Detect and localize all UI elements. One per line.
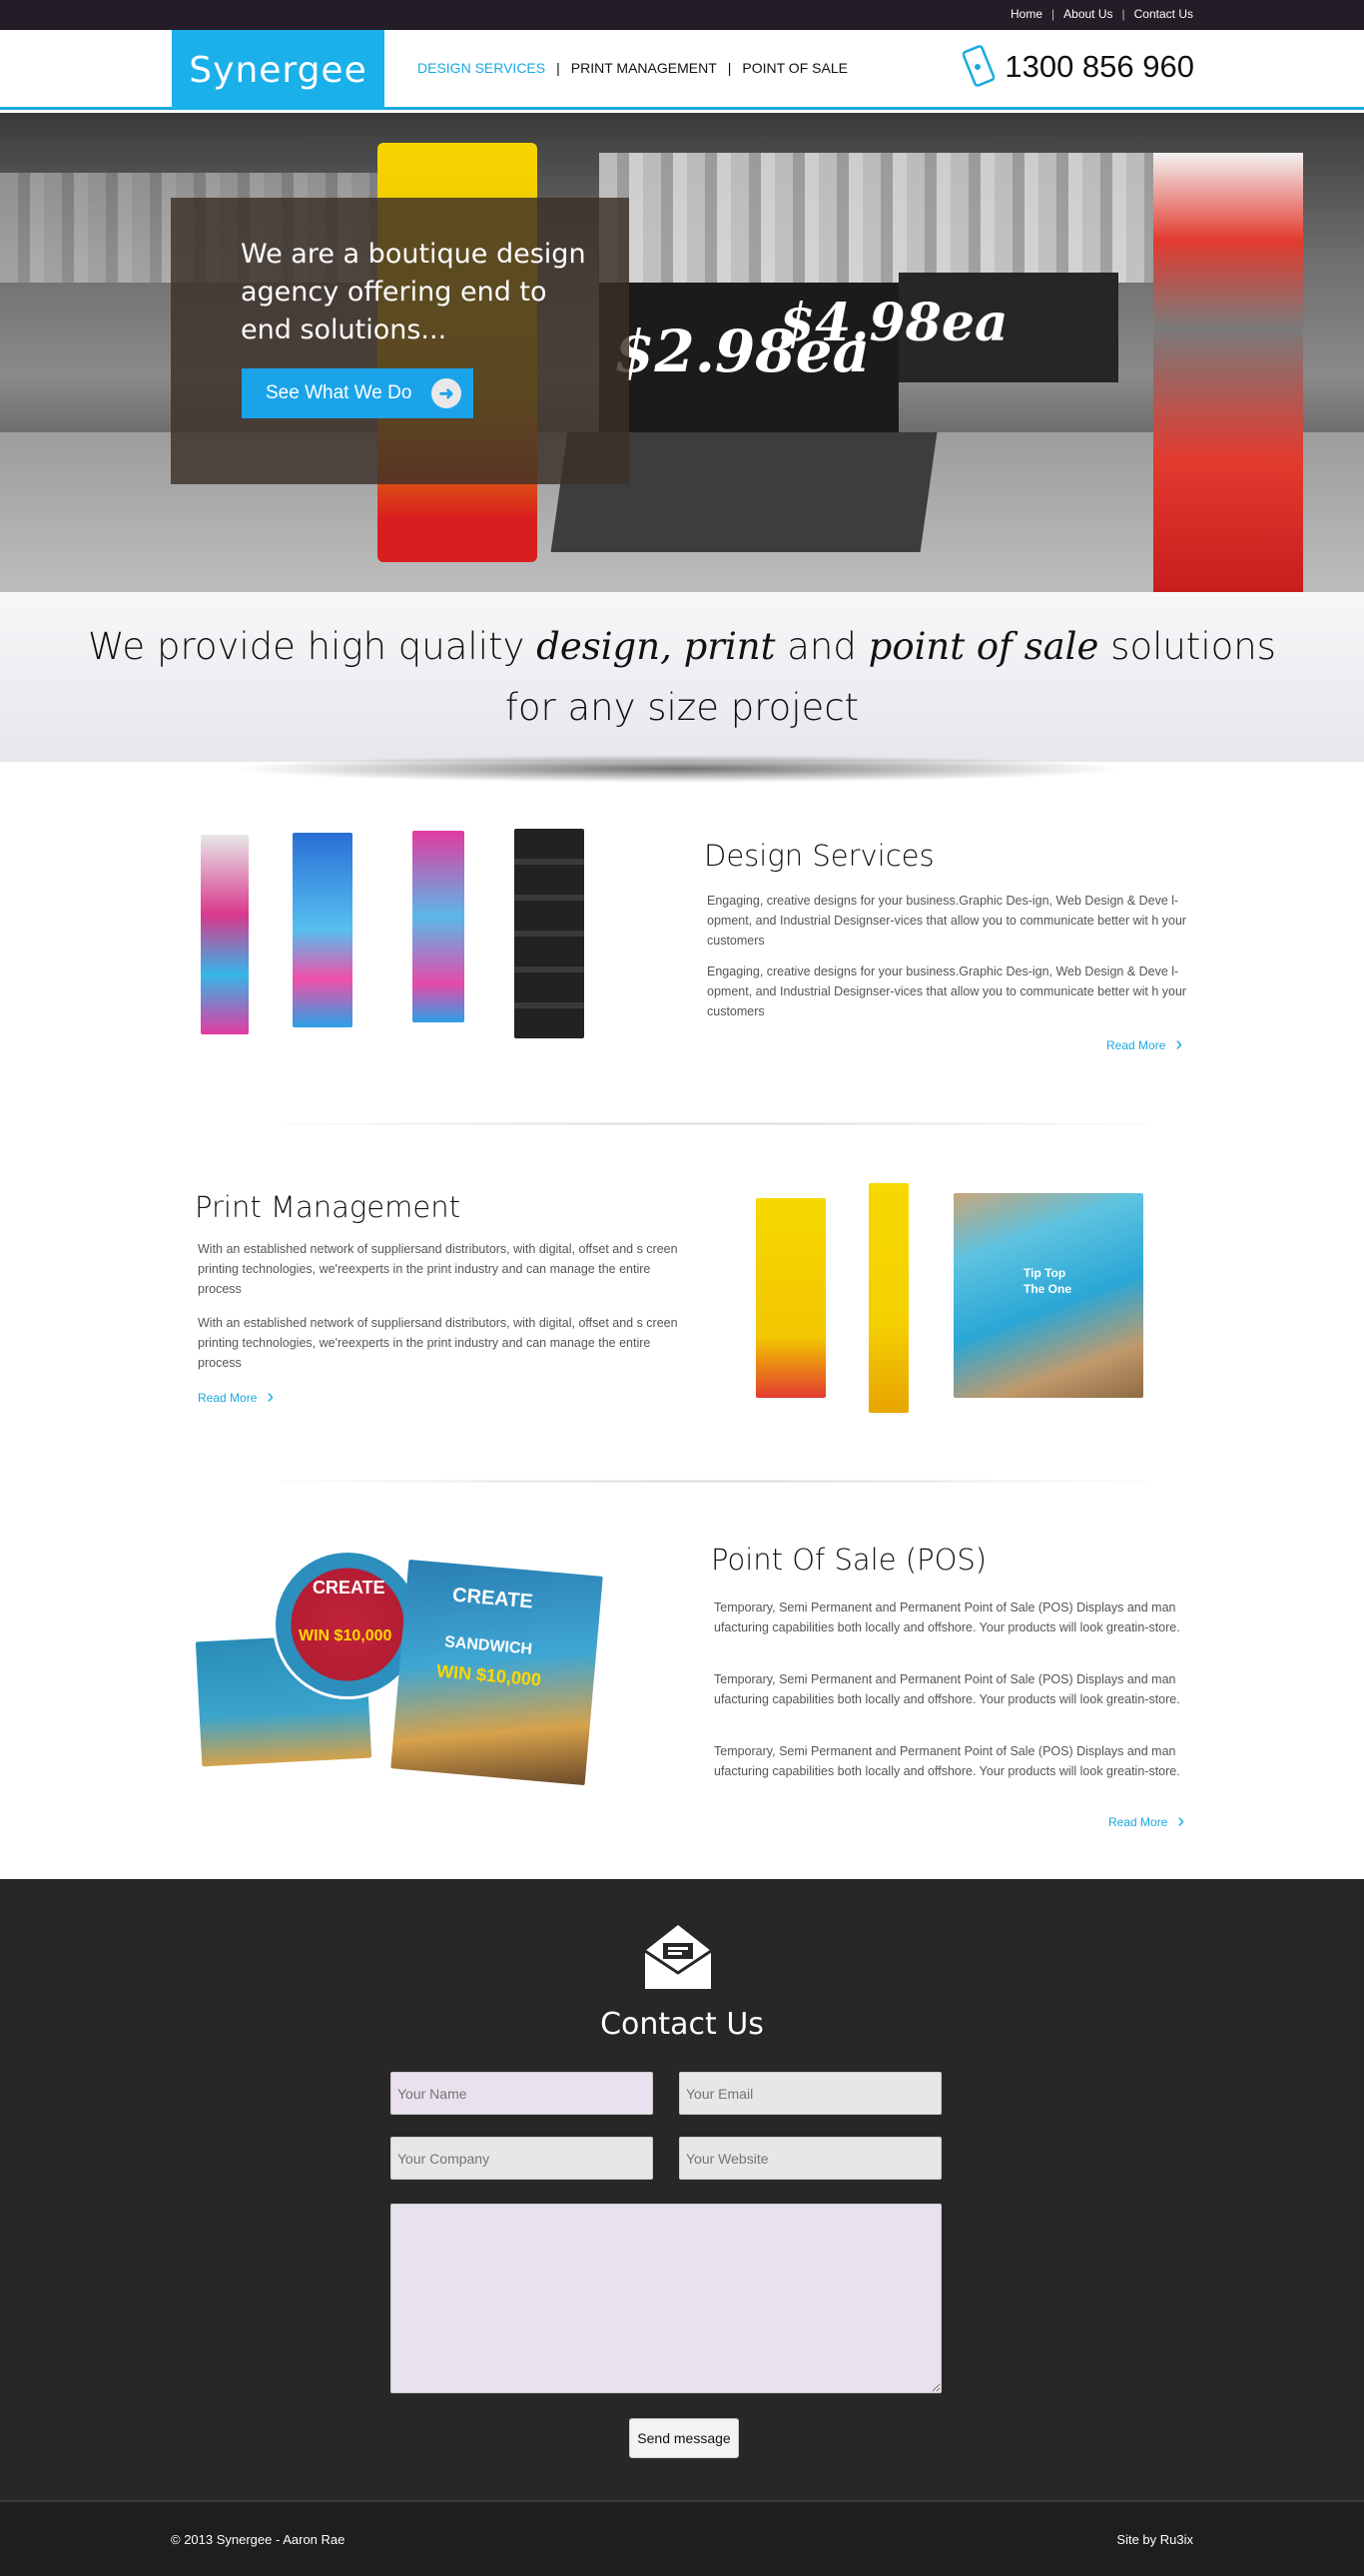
logo[interactable]: Synergee [172,30,384,110]
name-field[interactable] [390,2072,653,2115]
hero-overlay: We are a boutique design agency offering… [171,198,629,484]
message-textarea[interactable] [390,2204,942,2393]
nav-print-management[interactable]: PRINT MANAGEMENT [571,60,717,76]
company-field[interactable] [390,2137,653,2180]
tagline-emphasis: design, print [536,625,776,668]
chevron-right-icon: › [1177,1810,1185,1832]
top-bar: Home | About Us | Contact Us [0,0,1364,30]
section-title-print-management: Print Management [195,1190,460,1224]
tagline-emphasis: point of sale [868,625,1099,668]
email-field[interactable] [679,2072,942,2115]
display-stand [756,1198,826,1398]
contact-title: Contact Us [600,2007,764,2042]
read-more-link-pos[interactable]: Read More › [1108,1810,1184,1833]
read-more-link-print[interactable]: Read More › [198,1386,274,1409]
display-box-label: Tip Top [1023,1266,1066,1280]
tagline-part: solutions [1098,625,1276,668]
pos-circle-create: CREATE [313,1578,385,1598]
tagline-part: We provide high quality [88,625,537,668]
display-stand [293,833,352,1027]
read-more-label: Read More [1108,1814,1168,1829]
section-paragraph: With an established network of suppliers… [198,1316,678,1370]
separator: | [1051,7,1055,21]
tagline-line2: for any size project [504,686,860,729]
tagline-shadow [230,755,1128,783]
hero-banner: $2.98ea $4.98ea We are a boutique design… [0,113,1364,592]
tagline-part: and [775,625,869,668]
separator: | [727,60,732,76]
hero-photo-produce [599,153,1198,283]
site-header: Synergee DESIGN SERVICES | PRINT MANAGEM… [0,30,1364,110]
phone-number[interactable]: 1300 856 960 [1005,49,1194,85]
copyright-text: © 2013 Synergee - Aaron Rae [171,2532,345,2547]
design-services-image [195,829,624,1043]
section-divider [280,1122,1148,1125]
nav-design-services[interactable]: DESIGN SERVICES [417,60,545,76]
top-link-contact[interactable]: Contact Us [1134,7,1193,21]
chevron-right-icon: › [267,1386,275,1408]
envelope-icon [644,1925,712,1989]
separator: | [556,60,560,76]
point-of-sale-image: CREATE WIN $10,000 CREATE SANDWICH WIN $… [195,1548,614,1787]
section-paragraph: Temporary, Semi Permanent and Permanent … [714,1601,1180,1634]
section-divider [280,1480,1148,1483]
send-message-button[interactable]: Send message [629,2418,739,2458]
read-more-label: Read More [198,1390,258,1405]
site-credit[interactable]: Site by Ru3ix [1116,2532,1193,2547]
display-stand [869,1183,909,1413]
tagline-text: We provide high quality design, print an… [0,616,1364,738]
section-paragraph: Engaging, creative designs for your busi… [707,894,1187,948]
phone-icon [963,45,996,87]
arrow-right-icon: ➜ [431,378,461,408]
hero-photo-display-red [1153,153,1303,592]
print-management-image: Tip Top The One [744,1178,1158,1418]
display-box-label: The One [1023,1282,1072,1296]
tagline-band: We provide high quality design, print an… [0,592,1364,762]
display-stand [412,831,464,1022]
website-field[interactable] [679,2137,942,2180]
nav-point-of-sale[interactable]: POINT OF SALE [742,60,848,76]
section-paragraph: Engaging, creative designs for your busi… [707,965,1187,1018]
section-paragraph: Temporary, Semi Permanent and Permanent … [714,1672,1180,1706]
top-link-home[interactable]: Home [1011,7,1042,21]
hero-headline: We are a boutique design agency offering… [241,239,586,345]
read-more-link-design[interactable]: Read More › [1106,1033,1182,1056]
section-paragraph: With an established network of suppliers… [198,1242,678,1296]
phone-contact: 1300 856 960 [963,44,1194,90]
contact-section: Contact Us Send message [0,1879,1364,2500]
display-stand [514,829,584,1038]
top-link-about[interactable]: About Us [1063,7,1112,21]
separator: | [1121,7,1125,21]
see-what-we-do-button[interactable]: See What We Do ➜ [242,368,473,418]
display-stand [201,835,249,1034]
hero-button-label: See What We Do [266,382,412,403]
top-links: Home | About Us | Contact Us [1011,7,1193,21]
read-more-label: Read More [1106,1037,1166,1052]
pos-circle-win: WIN $10,000 [299,1627,392,1644]
price-tag: $4.98ea [779,293,1009,353]
site-footer: © 2013 Synergee - Aaron Rae Site by Ru3i… [0,2500,1364,2576]
section-title-design-services: Design Services [704,839,935,873]
section-title-point-of-sale: Point Of Sale (POS) [711,1543,988,1577]
main-nav: DESIGN SERVICES | PRINT MANAGEMENT | POI… [417,60,848,76]
chevron-right-icon: › [1175,1033,1183,1055]
section-paragraph: Temporary, Semi Permanent and Permanent … [714,1744,1180,1778]
